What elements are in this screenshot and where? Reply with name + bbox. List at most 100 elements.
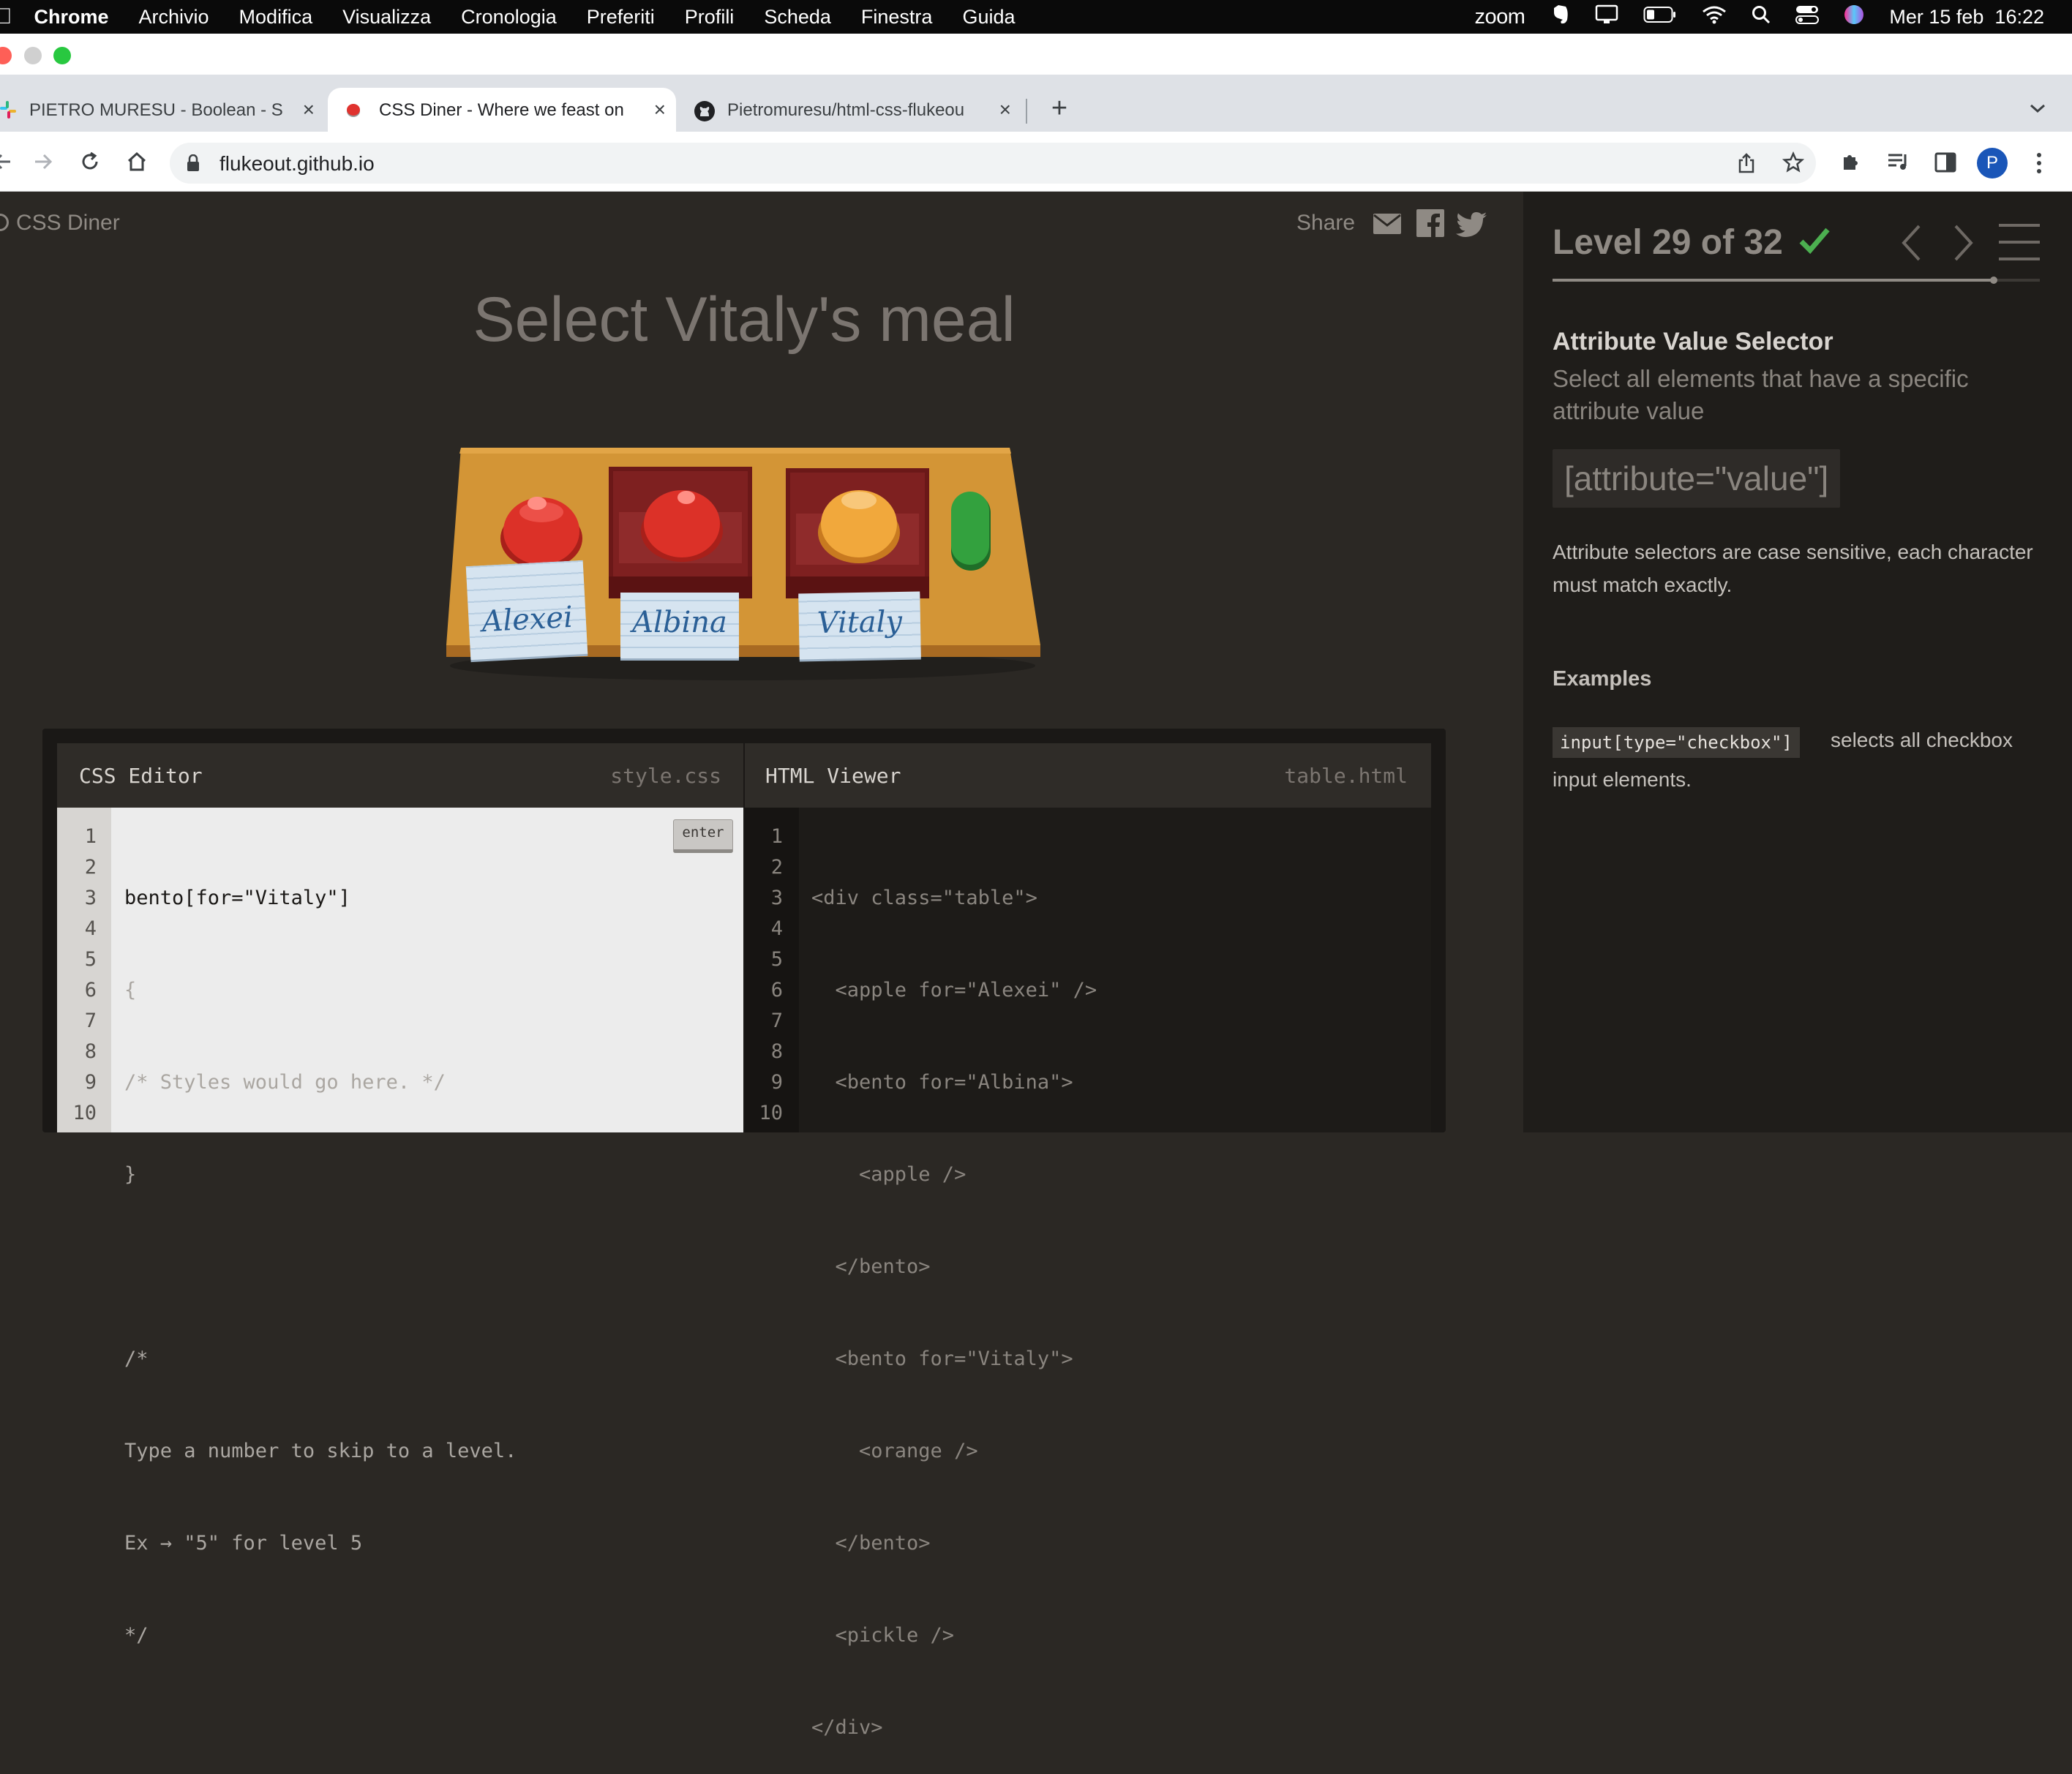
- menu-finestra[interactable]: Finestra: [861, 6, 933, 29]
- next-level-chevron-right-icon[interactable]: [1953, 224, 1974, 266]
- enter-button-label: enter: [682, 824, 724, 841]
- tab-title: CSS Diner - Where we feast on: [379, 100, 624, 120]
- tab-search-chevron-down-icon[interactable]: [2028, 101, 2047, 119]
- reload-icon[interactable]: [79, 151, 101, 176]
- url-text[interactable]: flukeout.github.io: [219, 152, 375, 176]
- example-description-line-1: selects all checkbox: [1831, 729, 2013, 751]
- enter-button[interactable]: enter: [673, 819, 733, 853]
- reading-list-icon[interactable]: [1886, 151, 1910, 176]
- markup-line[interactable]: <bento for="Albina">: [811, 1067, 1097, 1098]
- line-number: 7: [770, 1010, 783, 1032]
- tab-separator: [1026, 99, 1027, 124]
- menu-clock[interactable]: Mer 15 feb 16:22: [1889, 6, 2044, 29]
- selector-syntax: [attribute="value"]: [1564, 459, 1829, 497]
- line-number: 2: [84, 856, 97, 879]
- control-center-icon[interactable]: [1795, 5, 1820, 29]
- new-tab-button[interactable]: +: [1045, 94, 1074, 123]
- home-icon[interactable]: [126, 151, 148, 176]
- address-bar[interactable]: [170, 143, 1816, 184]
- facebook-share-icon[interactable]: [1416, 209, 1444, 241]
- previous-level-chevron-left-icon[interactable]: [1901, 224, 1921, 266]
- email-share-icon[interactable]: [1373, 214, 1401, 238]
- minimize-window-button[interactable]: [24, 47, 42, 64]
- menu-app-name[interactable]: Chrome: [34, 6, 109, 29]
- selector-summary: Select all elements that have a specific…: [1553, 365, 1969, 424]
- markup-line[interactable]: </bento>: [811, 1528, 1097, 1559]
- line-number: 8: [84, 1040, 97, 1063]
- code-line: /*: [124, 1348, 149, 1370]
- zoom-window-button[interactable]: [53, 47, 71, 64]
- lock-icon[interactable]: [186, 154, 200, 176]
- orange-in-vitaly-bento[interactable]: [815, 483, 903, 568]
- line-number: 4: [84, 917, 97, 940]
- markup-line[interactable]: <apple />: [811, 1160, 1097, 1190]
- menu-scheda[interactable]: Scheda: [764, 6, 831, 29]
- markup-line[interactable]: <div class="table">: [811, 883, 1097, 914]
- line-number: 7: [84, 1010, 97, 1032]
- profile-avatar[interactable]: P: [1977, 148, 2008, 178]
- markup-line[interactable]: </bento>: [811, 1252, 1097, 1282]
- extensions-puzzle-icon[interactable]: [1839, 151, 1861, 176]
- code-line: */: [124, 1624, 149, 1647]
- close-tab-icon[interactable]: ×: [654, 98, 666, 121]
- menu-profili[interactable]: Profili: [685, 6, 735, 29]
- css-editor-code: bento[for="Vitaly"] { /* Styles would go…: [124, 822, 517, 1682]
- css-editor-filename: style.css: [610, 764, 721, 788]
- tab-github[interactable]: Pietromuresu/html-css-flukeou ×: [679, 88, 1021, 132]
- markup-line[interactable]: <orange />: [811, 1436, 1097, 1467]
- level-menu-hamburger-icon[interactable]: [1999, 222, 2040, 266]
- macos-menu-bar:  Chrome Archivio Modifica Visualizza Cr…: [0, 0, 2072, 34]
- markup-line[interactable]: <apple for="Alexei" />: [811, 975, 1097, 1006]
- siri-icon[interactable]: [1844, 4, 1864, 30]
- zoom-status-item[interactable]: zoom: [1474, 5, 1525, 29]
- close-tab-icon[interactable]: ×: [303, 98, 315, 121]
- markup-line[interactable]: <pickle />: [811, 1620, 1097, 1651]
- level-progress-fill: [1553, 279, 1994, 282]
- css-editor-title: CSS Editor: [79, 764, 203, 788]
- menu-guida[interactable]: Guida: [962, 6, 1015, 29]
- back-arrow-icon[interactable]: [0, 151, 13, 176]
- code-line: }: [124, 1163, 137, 1186]
- markup-line[interactable]: </div>: [811, 1713, 1097, 1743]
- apple-icon[interactable]: : [0, 4, 12, 29]
- menu-modifica[interactable]: Modifica: [239, 6, 313, 29]
- bookmark-star-icon[interactable]: [1782, 151, 1805, 177]
- examples-heading: Examples: [1553, 667, 1652, 691]
- line-number: 10: [759, 1102, 783, 1124]
- pickle[interactable]: [950, 492, 994, 577]
- html-viewer-code: <div class="table"> <apple for="Alexei" …: [811, 822, 1097, 1774]
- brand-link[interactable]: CSS Diner: [16, 211, 120, 236]
- forward-arrow-icon[interactable]: [32, 151, 54, 176]
- tab-title: Pietromuresu/html-css-flukeou: [727, 100, 965, 120]
- twitter-share-icon[interactable]: [1456, 212, 1487, 241]
- side-panel-icon[interactable]: [1934, 152, 1956, 176]
- share-page-icon[interactable]: [1737, 152, 1756, 178]
- tab-slack[interactable]: PIETRO MURESU - Boolean - S ×: [0, 88, 325, 132]
- spotlight-search-icon[interactable]: [1752, 5, 1771, 29]
- plate-name: Vitaly: [817, 604, 903, 641]
- markup-line[interactable]: <bento for="Vitaly">: [811, 1344, 1097, 1375]
- code-line: Type a number to skip to a level.: [124, 1440, 517, 1462]
- evernote-icon[interactable]: [1550, 4, 1570, 31]
- level-progress-track: [1553, 277, 2040, 284]
- close-tab-icon[interactable]: ×: [999, 98, 1011, 121]
- tab-css-diner[interactable]: CSS Diner - Where we feast on ×: [328, 88, 676, 132]
- wifi-icon[interactable]: [1702, 5, 1727, 29]
- line-number: 9: [770, 1071, 783, 1094]
- menu-cronologia[interactable]: Cronologia: [461, 6, 557, 29]
- menu-visualizza[interactable]: Visualizza: [342, 6, 431, 29]
- apple-in-albina-bento[interactable]: [638, 483, 726, 567]
- tab-title: PIETRO MURESU - Boolean - S: [29, 100, 283, 120]
- chrome-menu-kebab-icon[interactable]: [2034, 151, 2044, 178]
- css-selector-input[interactable]: bento[for="Vitaly"]: [124, 883, 517, 914]
- line-number: 9: [84, 1071, 97, 1094]
- battery-icon[interactable]: [1643, 6, 1677, 29]
- example-description-line-2: input elements.: [1553, 768, 1692, 791]
- level-instruction-heading: Select Vitaly's meal: [473, 285, 1016, 355]
- line-number: 4: [770, 917, 783, 940]
- display-icon[interactable]: [1595, 4, 1618, 30]
- line-number: 1: [770, 825, 783, 848]
- menu-archivio[interactable]: Archivio: [139, 6, 209, 29]
- menu-preferiti[interactable]: Preferiti: [587, 6, 655, 29]
- selector-description: Attribute selectors are case sensitive, …: [1553, 541, 2033, 596]
